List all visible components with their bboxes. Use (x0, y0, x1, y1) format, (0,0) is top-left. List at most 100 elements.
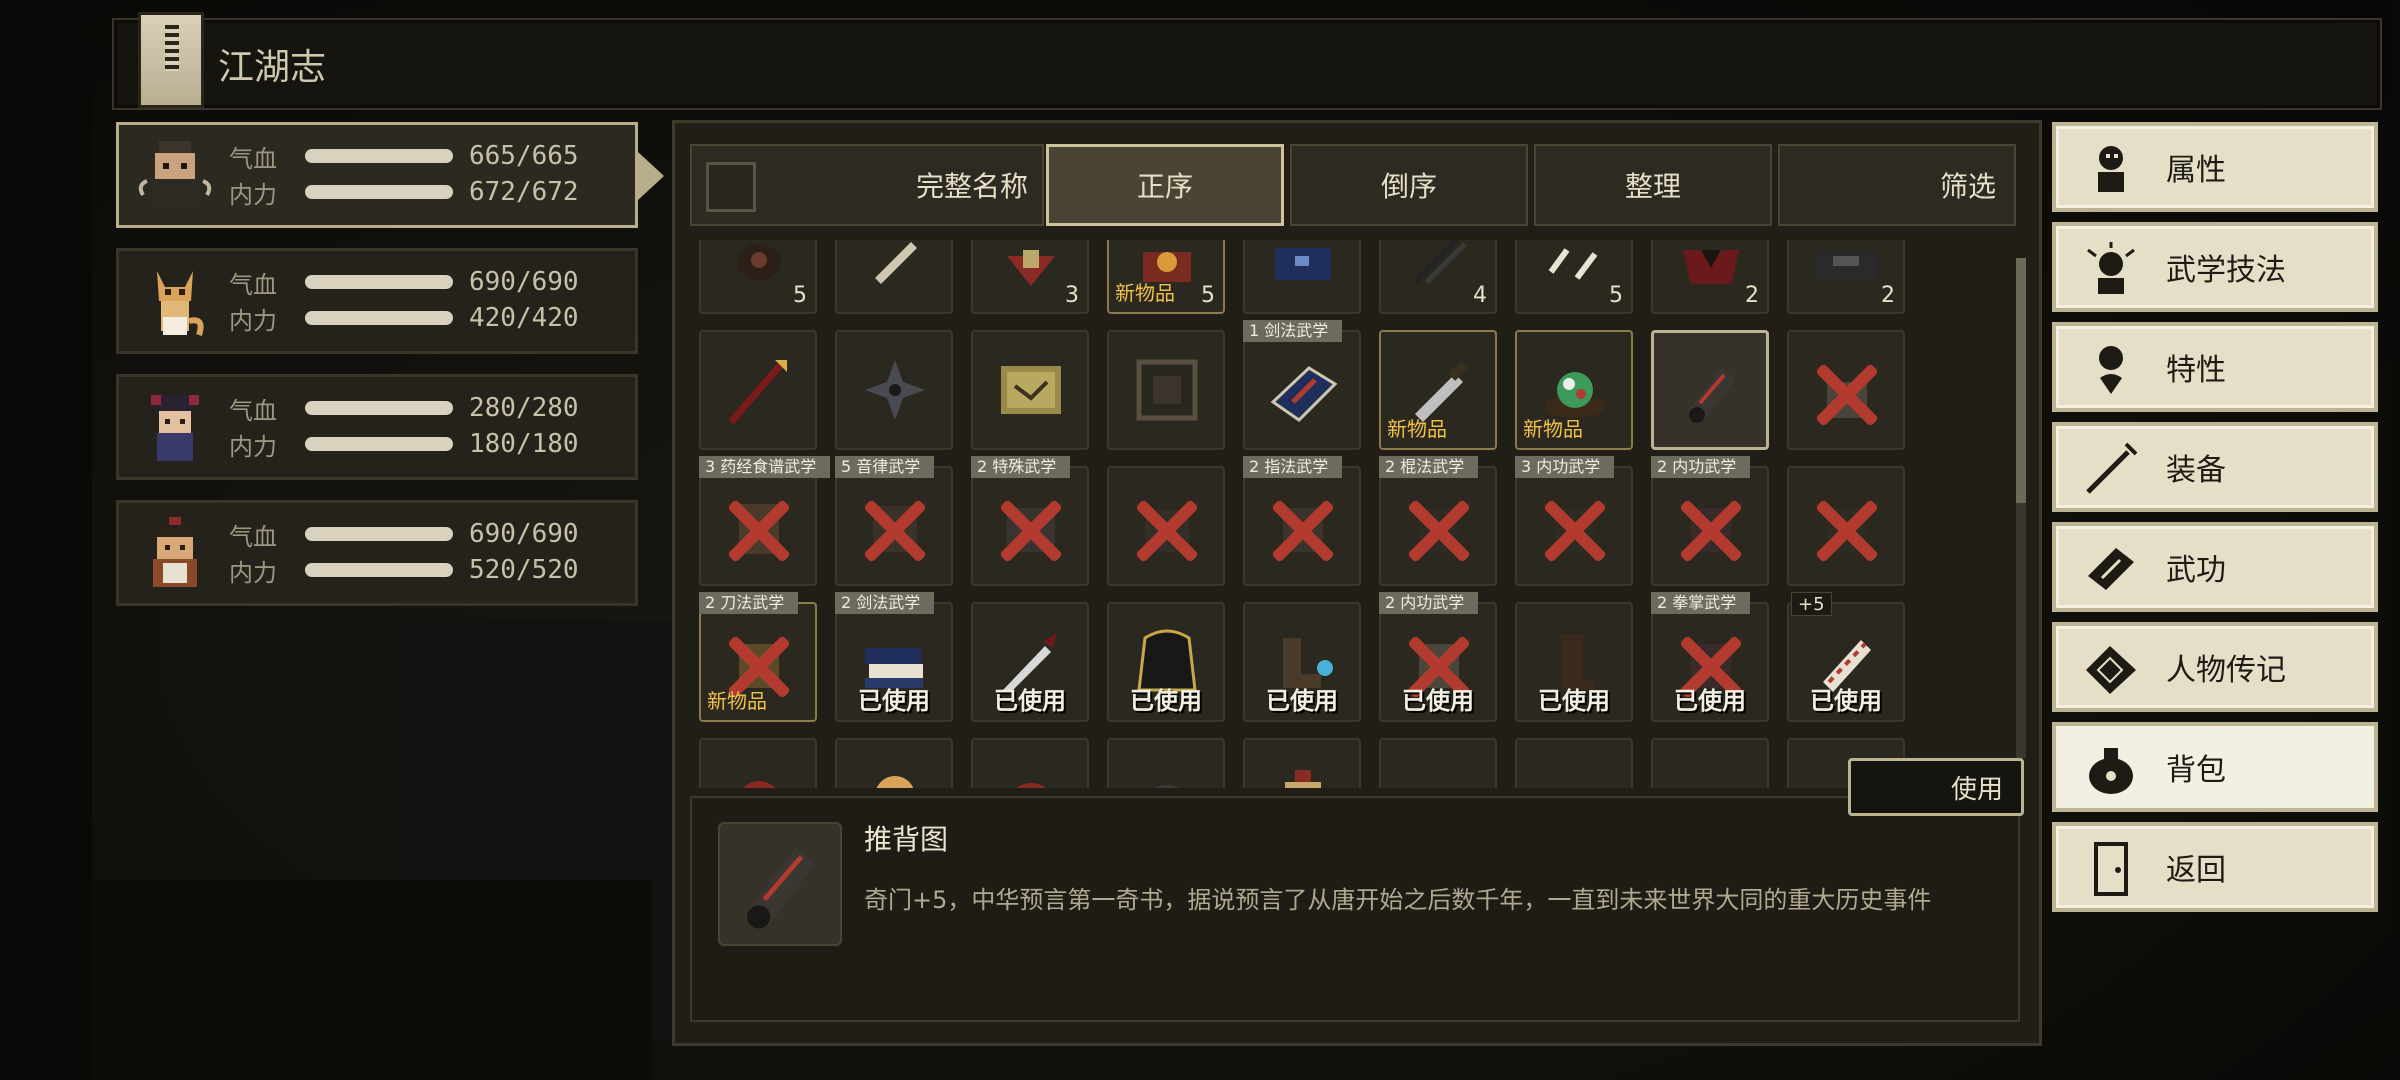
skill-book-banner: 2 指法武学 (1243, 456, 1343, 478)
skill-book-banner: 2 拳掌武学 (1651, 592, 1751, 614)
inventory-slot[interactable]: 新物品 (1379, 330, 1497, 450)
use-button[interactable]: 使用 (1848, 758, 2024, 816)
menu-label: 属性 (2166, 153, 2226, 188)
inventory-slot[interactable] (1107, 738, 1225, 788)
inventory-slot[interactable]: 5 (699, 240, 817, 314)
tab-ascending[interactable]: 正序 (1046, 144, 1284, 226)
inventory-slot-empty[interactable] (1515, 738, 1633, 788)
menu-return[interactable]: 返回 (2052, 822, 2378, 912)
new-item-tag: 新物品 (707, 689, 767, 713)
item-count: 5 (1201, 283, 1215, 308)
inventory-slot[interactable]: 已使用 (1243, 602, 1361, 722)
item-name: 推背图 (864, 823, 949, 856)
inventory-slot[interactable] (1243, 738, 1361, 788)
inventory-slot[interactable]: +5 已使用 (1787, 592, 1905, 722)
traits-icon (2099, 346, 2123, 394)
inventory-slot[interactable]: 2 刀法武学 新物品 (699, 592, 817, 722)
inventory-slot[interactable]: 4 (1379, 240, 1497, 314)
party-member-4[interactable]: 气血 690/690 内力 520/520 (116, 500, 638, 606)
inventory-slot[interactable] (1107, 330, 1225, 450)
inventory-slot[interactable] (971, 738, 1089, 788)
inventory-slot[interactable]: 5 音律武学 (835, 456, 953, 586)
mp-value: 520/520 (469, 555, 579, 585)
tab-descending[interactable]: 倒序 (1290, 144, 1528, 226)
tab-filter[interactable]: 筛选 (1778, 144, 2016, 226)
inventory-slot[interactable]: 3 内功武学 (1515, 456, 1633, 586)
door-icon (2094, 842, 2128, 896)
scrollbar-thumb[interactable] (2016, 258, 2026, 503)
menu-bag[interactable]: 背包 (2052, 722, 2378, 812)
full-name-checkbox[interactable] (706, 162, 756, 212)
party-member-2[interactable]: 气血 690/690 内力 420/420 (116, 248, 638, 354)
inventory-slot[interactable]: 2 (1651, 240, 1769, 314)
hp-value: 690/690 (469, 519, 579, 549)
inventory-slot[interactable]: 2 指法武学 (1243, 456, 1361, 586)
inventory-slot[interactable]: 3 药经食谱武学 (699, 456, 831, 586)
menu-kungfu[interactable]: 武功 (2052, 522, 2378, 612)
mp-value: 672/672 (469, 177, 579, 207)
inventory-slot[interactable]: 已使用 (1107, 602, 1225, 722)
inventory-slot[interactable] (1787, 330, 1905, 450)
tab-full-name[interactable]: 完整名称 (690, 144, 1044, 226)
inventory-slot[interactable]: 2 特殊武学 (971, 456, 1089, 586)
party-member-1[interactable]: 气血 665/665 内力 672/672 (116, 122, 638, 228)
map-scroll-item-icon (1001, 366, 1061, 414)
skill-book-banner: 5 音律武学 (835, 456, 935, 478)
inventory-slot[interactable]: 2 内功武学 已使用 (1379, 592, 1497, 722)
red-item-icon (742, 781, 776, 788)
inventory-slot-selected[interactable] (1651, 330, 1769, 450)
inventory-scrollbar[interactable] (2016, 258, 2026, 758)
inventory-slot[interactable] (699, 330, 817, 450)
hp-label: 气血 (229, 396, 277, 425)
menu-traits[interactable]: 特性 (2052, 322, 2378, 412)
inventory-slot[interactable] (835, 330, 953, 450)
inventory-slot[interactable] (971, 330, 1089, 450)
detail-item-frame (718, 822, 842, 946)
item-count: 2 (1745, 283, 1759, 308)
inventory-slot[interactable]: 已使用 (971, 602, 1089, 722)
menu-biography[interactable]: 人物传记 (2052, 622, 2378, 712)
inventory-slot[interactable] (1787, 466, 1905, 586)
used-label: 已使用 (1810, 687, 1882, 715)
martial-skills-icon (2087, 242, 2135, 294)
skill-book-banner: 2 棍法武学 (1379, 456, 1479, 478)
inventory-slot[interactable]: 5 (1515, 240, 1633, 314)
tab-organize[interactable]: 整理 (1534, 144, 1772, 226)
blue-book-item-icon (1275, 248, 1331, 280)
mp-row: 内力 420/420 (229, 301, 579, 335)
inventory-slot[interactable] (699, 738, 817, 788)
inventory-slot[interactable]: 2 棍法武学 (1379, 456, 1497, 586)
inventory-slot[interactable]: 新物品 5 (1107, 240, 1225, 314)
pot-item-icon (737, 244, 781, 280)
inventory-slot[interactable]: 2 内功武学 (1651, 456, 1769, 586)
party-member-3[interactable]: 气血 280/280 内力 180/180 (116, 374, 638, 480)
inventory-slot-empty[interactable] (1379, 738, 1497, 788)
inventory-slot[interactable]: 3 (971, 240, 1089, 314)
mp-bar (305, 563, 453, 577)
skill-book-banner: 2 刀法武学 (699, 592, 799, 614)
shield-item-icon (1007, 250, 1055, 286)
inventory-slot[interactable]: 已使用 (1515, 602, 1633, 722)
inventory-slot[interactable]: 1 剑法武学 (1243, 320, 1361, 450)
item-count: 5 (793, 283, 807, 308)
hp-bar (305, 275, 453, 289)
ornate-frame-item-icon (1136, 359, 1198, 421)
fox-companion-portrait-icon (157, 271, 204, 336)
mp-row: 内力 520/520 (229, 553, 579, 587)
inventory-slot[interactable] (1243, 240, 1361, 314)
menu-martial-skills[interactable]: 武学技法 (2052, 222, 2378, 312)
used-label: 已使用 (1674, 687, 1746, 715)
inventory-slot-empty[interactable] (1651, 738, 1769, 788)
inventory-slot[interactable]: 2 (1787, 240, 1905, 314)
unusable-cross-icon (1267, 496, 1337, 566)
inventory-slot[interactable] (1107, 466, 1225, 586)
inventory-slot[interactable] (835, 240, 953, 314)
inventory-slot[interactable]: 2 拳掌武学 已使用 (1651, 592, 1769, 722)
hp-bar (305, 401, 453, 415)
inventory-slot[interactable] (835, 738, 953, 788)
menu-attributes[interactable]: 属性 (2052, 122, 2378, 212)
inventory-slot[interactable]: 2 剑法武学 已使用 (835, 592, 953, 722)
inventory-slot[interactable]: 新物品 (1515, 330, 1633, 450)
shuriken-item-icon (865, 360, 925, 420)
menu-equipment[interactable]: 装备 (2052, 422, 2378, 512)
